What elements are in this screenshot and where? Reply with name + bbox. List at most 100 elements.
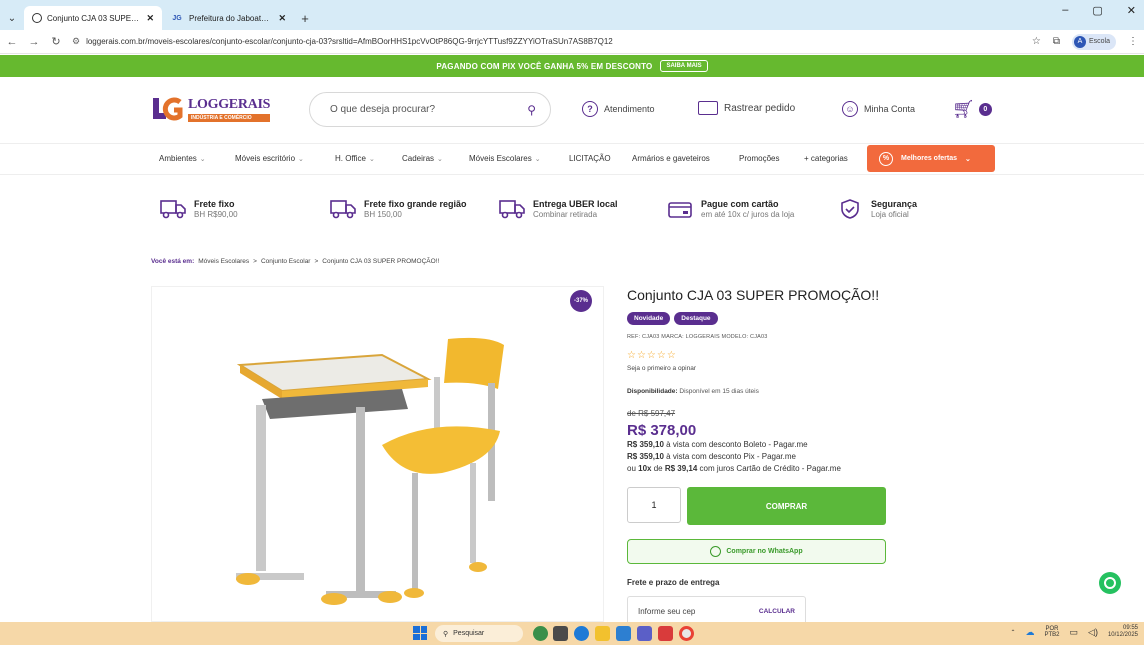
benefit-sub: BH 150,00: [364, 210, 402, 219]
edge-icon[interactable]: [574, 626, 589, 641]
system-tray: ⌃ ☁ POR PTB2 ▭ ◁) 09:55 10/12/2025: [1010, 625, 1138, 639]
tab-prefeitura[interactable]: JG Prefeitura do Jaboatão dos Gua ✕: [162, 6, 294, 30]
best-offers-label: Melhores ofertas: [901, 155, 958, 162]
whatsapp-label: Comprar no WhatsApp: [726, 548, 803, 555]
chevron-up-icon[interactable]: ⌃: [1010, 629, 1015, 636]
truck-icon: [330, 198, 356, 220]
promo-more-button[interactable]: SAIBA MAIS: [660, 60, 708, 72]
rating-stars[interactable]: ☆☆☆☆☆: [627, 350, 677, 361]
payment-amount: R$ 359,10: [627, 440, 664, 449]
best-offers-button[interactable]: % Melhores ofertas ⌄: [867, 145, 995, 172]
quantity-input[interactable]: 1: [627, 487, 681, 523]
nav-item-moveis-escritorio[interactable]: Móveis escritório ⌄: [235, 154, 304, 163]
network-icon[interactable]: ▭: [1070, 627, 1079, 638]
shield-icon: [837, 198, 863, 220]
app-icon[interactable]: [658, 626, 673, 641]
search-input[interactable]: O que deseja procurar? ⚲: [309, 92, 551, 127]
cart-button[interactable]: 🛒︎ 0: [952, 99, 992, 120]
browser-tabbar: ⌄ Conjunto CJA 03 SUPER PROMO ✕ JG Prefe…: [0, 0, 1144, 30]
close-tab-icon[interactable]: ✕: [146, 13, 154, 24]
jg-favicon-icon: JG: [172, 14, 182, 22]
file-explorer-icon[interactable]: [595, 626, 610, 641]
clock[interactable]: 09:55 10/12/2025: [1108, 625, 1138, 639]
cart-count-badge: 0: [978, 103, 992, 116]
site-info-icon[interactable]: ⚙: [72, 36, 80, 47]
discount-badge: -37%: [570, 290, 592, 312]
url-field[interactable]: ⚙ loggerais.com.br/moveis-escolares/conj…: [72, 33, 1022, 51]
clock-time: 09:55: [1122, 625, 1138, 631]
availability-value: Disponível em 15 dias úteis: [679, 388, 759, 395]
search-icon: ⚲: [443, 630, 449, 638]
profile-button[interactable]: A Escola: [1071, 33, 1116, 50]
language-indicator[interactable]: POR PTB2: [1045, 626, 1060, 639]
widgets-icon[interactable]: [533, 626, 548, 641]
logo-tagline: INDÚSTRIA E COMÉRCIO: [188, 113, 271, 122]
windows-start-icon[interactable]: [413, 626, 427, 640]
support-link[interactable]: ? Atendimento: [582, 101, 655, 117]
product-image[interactable]: [151, 286, 604, 622]
whatsapp-float-button[interactable]: [1099, 572, 1121, 594]
cart-icon: 🛒︎: [952, 99, 975, 119]
search-icon[interactable]: ⚲: [527, 103, 536, 117]
minimize-icon[interactable]: –: [1062, 4, 1068, 17]
task-view-icon[interactable]: [553, 626, 568, 641]
old-price: de R$ 597,47: [627, 409, 676, 418]
maximize-icon[interactable]: ▢: [1092, 4, 1102, 17]
benefit-title: Segurança: [871, 199, 918, 209]
teams-icon[interactable]: [637, 626, 652, 641]
tab-search-icon[interactable]: ⌄: [0, 6, 24, 30]
nav-item-armarios[interactable]: Armários e gaveteiros: [632, 154, 710, 163]
back-icon[interactable]: ←: [6, 36, 18, 48]
calculate-button[interactable]: CALCULAR: [759, 608, 795, 615]
account-link[interactable]: ☺ Minha Conta: [842, 101, 915, 117]
nav-item-promocoes[interactable]: Promoções: [739, 154, 779, 163]
payment-mid: de: [651, 464, 665, 473]
nav-item-home-office[interactable]: H. Office ⌄: [335, 154, 375, 163]
close-window-icon[interactable]: ✕: [1127, 4, 1136, 17]
breadcrumb-item[interactable]: Móveis Escolares: [198, 258, 249, 265]
nav-label: H. Office: [335, 154, 366, 163]
site-logo[interactable]: LOGGERAIS INDÚSTRIA E COMÉRCIO: [152, 93, 282, 125]
nav-item-cadeiras[interactable]: Cadeiras ⌄: [402, 154, 443, 163]
forward-icon[interactable]: →: [28, 36, 40, 48]
volume-icon[interactable]: ◁): [1088, 627, 1098, 638]
benefit-item: Frete fixo grande região BH 150,00: [330, 198, 467, 220]
percent-icon: %: [879, 151, 893, 166]
track-order-link[interactable]: Rastrear pedido: [698, 101, 795, 115]
buy-button[interactable]: COMPRAR: [687, 487, 886, 525]
payment-line-pix: R$ 359,10 à vista com desconto Pix - Pag…: [627, 452, 796, 461]
taskbar-search[interactable]: ⚲ Pesquisar: [435, 625, 523, 642]
payment-text: à vista com desconto Boleto - Pagar.me: [663, 440, 808, 449]
menu-kebab-icon[interactable]: ⋮: [1128, 36, 1138, 47]
lang-bottom: PTB2: [1044, 632, 1060, 639]
first-review-link[interactable]: Seja o primeiro a opinar: [627, 365, 696, 372]
chevron-down-icon: ⌄: [437, 156, 443, 163]
track-label: Rastrear pedido: [724, 102, 796, 114]
new-tab-button[interactable]: +: [294, 6, 316, 30]
payment-amount: R$ 359,10: [627, 452, 664, 461]
benefit-item: Pague com cartão em até 10x c/ juros da …: [667, 198, 794, 220]
nav-item-ambientes[interactable]: Ambientes ⌄: [159, 154, 206, 163]
breadcrumb-item[interactable]: Conjunto Escolar: [261, 258, 311, 265]
nav-label: Ambientes: [159, 154, 197, 163]
chrome-icon[interactable]: [679, 626, 694, 641]
bookmark-star-icon[interactable]: ☆: [1032, 36, 1041, 47]
reload-icon[interactable]: ↻: [50, 35, 62, 48]
nav-label: Móveis escritório: [235, 154, 296, 163]
nav-item-moveis-escolares[interactable]: Móveis Escolares ⌄: [469, 154, 541, 163]
cep-placeholder: Informe seu cep: [638, 606, 696, 616]
card-icon: [667, 198, 693, 220]
extensions-icon[interactable]: ⧉: [1053, 36, 1060, 47]
nav-item-licitacao[interactable]: LICITAÇÃO: [569, 154, 611, 163]
whatsapp-buy-button[interactable]: Comprar no WhatsApp: [627, 539, 886, 564]
store-icon[interactable]: [616, 626, 631, 641]
search-placeholder: O que deseja procurar?: [330, 104, 436, 115]
tab-product[interactable]: Conjunto CJA 03 SUPER PROMO ✕: [24, 6, 162, 30]
support-label: Atendimento: [604, 104, 655, 114]
cloud-icon[interactable]: ☁: [1026, 627, 1035, 638]
close-tab-icon[interactable]: ✕: [278, 13, 286, 24]
nav-item-more-categories[interactable]: + categorias: [804, 154, 848, 163]
payment-installments: 10x: [638, 464, 652, 473]
benefit-item: Entrega UBER local Combinar retirada: [499, 198, 618, 220]
shipping-title: Frete e prazo de entrega: [627, 578, 720, 587]
